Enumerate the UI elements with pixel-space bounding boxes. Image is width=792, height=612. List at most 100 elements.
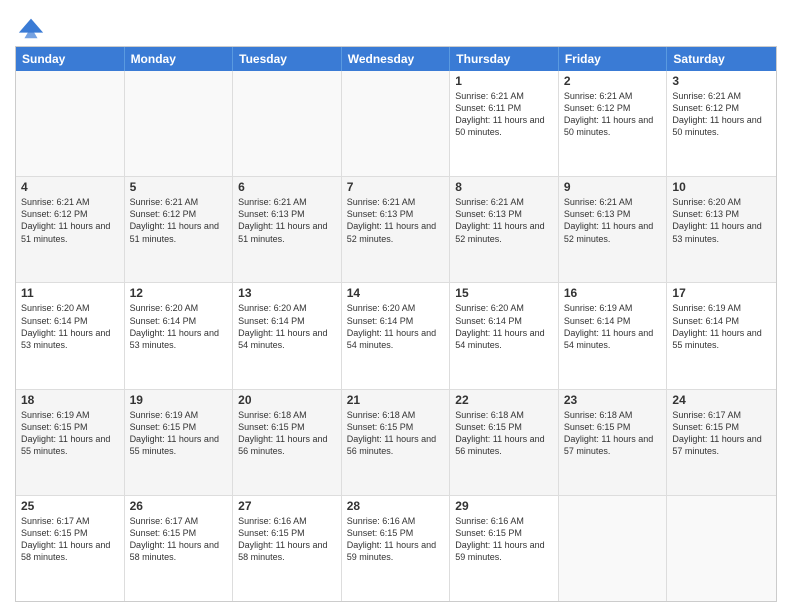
cal-cell-1-4: 8 Sunrise: 6:21 AM Sunset: 6:13 PM Daylig… xyxy=(450,177,559,282)
cal-cell-2-1: 12 Sunrise: 6:20 AM Sunset: 6:14 PM Dayli… xyxy=(125,283,234,388)
header-day-tuesday: Tuesday xyxy=(233,47,342,71)
calendar-row-3: 18 Sunrise: 6:19 AM Sunset: 6:15 PM Dayli… xyxy=(16,390,776,496)
calendar-header: SundayMondayTuesdayWednesdayThursdayFrid… xyxy=(16,47,776,71)
day-number: 26 xyxy=(130,499,228,513)
header-day-monday: Monday xyxy=(125,47,234,71)
cell-info: Sunrise: 6:16 AM Sunset: 6:15 PM Dayligh… xyxy=(238,515,336,564)
cell-info: Sunrise: 6:21 AM Sunset: 6:12 PM Dayligh… xyxy=(21,196,119,245)
cal-cell-2-5: 16 Sunrise: 6:19 AM Sunset: 6:14 PM Dayli… xyxy=(559,283,668,388)
logo-icon xyxy=(17,14,45,42)
day-number: 17 xyxy=(672,286,771,300)
cell-info: Sunrise: 6:20 AM Sunset: 6:14 PM Dayligh… xyxy=(347,302,445,351)
day-number: 16 xyxy=(564,286,662,300)
day-number: 15 xyxy=(455,286,553,300)
cal-cell-1-3: 7 Sunrise: 6:21 AM Sunset: 6:13 PM Daylig… xyxy=(342,177,451,282)
cal-cell-1-0: 4 Sunrise: 6:21 AM Sunset: 6:12 PM Daylig… xyxy=(16,177,125,282)
cell-info: Sunrise: 6:19 AM Sunset: 6:15 PM Dayligh… xyxy=(21,409,119,458)
day-number: 20 xyxy=(238,393,336,407)
day-number: 27 xyxy=(238,499,336,513)
day-number: 11 xyxy=(21,286,119,300)
cell-info: Sunrise: 6:21 AM Sunset: 6:11 PM Dayligh… xyxy=(455,90,553,139)
day-number: 24 xyxy=(672,393,771,407)
calendar-row-2: 11 Sunrise: 6:20 AM Sunset: 6:14 PM Dayli… xyxy=(16,283,776,389)
cell-info: Sunrise: 6:17 AM Sunset: 6:15 PM Dayligh… xyxy=(130,515,228,564)
day-number: 14 xyxy=(347,286,445,300)
cell-info: Sunrise: 6:19 AM Sunset: 6:14 PM Dayligh… xyxy=(564,302,662,351)
cal-cell-1-5: 9 Sunrise: 6:21 AM Sunset: 6:13 PM Daylig… xyxy=(559,177,668,282)
cal-cell-1-1: 5Sunrise: 6:21 AM Sunset: 6:12 PM Daylig… xyxy=(125,177,234,282)
day-number: 1 xyxy=(455,74,553,88)
calendar-row-1: 4 Sunrise: 6:21 AM Sunset: 6:12 PM Daylig… xyxy=(16,177,776,283)
cal-cell-4-3: 28Sunrise: 6:16 AM Sunset: 6:15 PM Dayli… xyxy=(342,496,451,601)
cell-info: Sunrise: 6:20 AM Sunset: 6:14 PM Dayligh… xyxy=(130,302,228,351)
day-number: 7 xyxy=(347,180,445,194)
day-number: 8 xyxy=(455,180,553,194)
header xyxy=(15,10,777,38)
cell-info: Sunrise: 6:21 AM Sunset: 6:12 PM Dayligh… xyxy=(564,90,662,139)
cal-cell-3-4: 22 Sunrise: 6:18 AM Sunset: 6:15 PM Dayli… xyxy=(450,390,559,495)
cell-info: Sunrise: 6:18 AM Sunset: 6:15 PM Dayligh… xyxy=(455,409,553,458)
cell-info: Sunrise: 6:20 AM Sunset: 6:14 PM Dayligh… xyxy=(21,302,119,351)
header-day-saturday: Saturday xyxy=(667,47,776,71)
day-number: 18 xyxy=(21,393,119,407)
cell-info: Sunrise: 6:21 AM Sunset: 6:13 PM Dayligh… xyxy=(564,196,662,245)
cal-cell-4-4: 29 Sunrise: 6:16 AM Sunset: 6:15 PM Dayli… xyxy=(450,496,559,601)
page: SundayMondayTuesdayWednesdayThursdayFrid… xyxy=(0,0,792,612)
header-day-sunday: Sunday xyxy=(16,47,125,71)
day-number: 3 xyxy=(672,74,771,88)
cell-info: Sunrise: 6:21 AM Sunset: 6:13 PM Dayligh… xyxy=(347,196,445,245)
cal-cell-2-6: 17 Sunrise: 6:19 AM Sunset: 6:14 PM Dayli… xyxy=(667,283,776,388)
day-number: 23 xyxy=(564,393,662,407)
cal-cell-0-6: 3 Sunrise: 6:21 AM Sunset: 6:12 PM Daylig… xyxy=(667,71,776,176)
cal-cell-4-6 xyxy=(667,496,776,601)
day-number: 12 xyxy=(130,286,228,300)
calendar-row-0: 1 Sunrise: 6:21 AM Sunset: 6:11 PM Daylig… xyxy=(16,71,776,177)
calendar: SundayMondayTuesdayWednesdayThursdayFrid… xyxy=(15,46,777,602)
cell-info: Sunrise: 6:18 AM Sunset: 6:15 PM Dayligh… xyxy=(238,409,336,458)
calendar-body: 1 Sunrise: 6:21 AM Sunset: 6:11 PM Daylig… xyxy=(16,71,776,601)
cal-cell-4-5 xyxy=(559,496,668,601)
header-day-wednesday: Wednesday xyxy=(342,47,451,71)
day-number: 25 xyxy=(21,499,119,513)
cal-cell-4-0: 25 Sunrise: 6:17 AM Sunset: 6:15 PM Dayli… xyxy=(16,496,125,601)
cell-info: Sunrise: 6:18 AM Sunset: 6:15 PM Dayligh… xyxy=(564,409,662,458)
day-number: 19 xyxy=(130,393,228,407)
cal-cell-1-6: 10Sunrise: 6:20 AM Sunset: 6:13 PM Dayli… xyxy=(667,177,776,282)
day-number: 10 xyxy=(672,180,771,194)
cal-cell-0-2 xyxy=(233,71,342,176)
header-day-friday: Friday xyxy=(559,47,668,71)
cal-cell-2-2: 13Sunrise: 6:20 AM Sunset: 6:14 PM Dayli… xyxy=(233,283,342,388)
cal-cell-0-4: 1 Sunrise: 6:21 AM Sunset: 6:11 PM Daylig… xyxy=(450,71,559,176)
day-number: 2 xyxy=(564,74,662,88)
day-number: 13 xyxy=(238,286,336,300)
cell-info: Sunrise: 6:20 AM Sunset: 6:14 PM Dayligh… xyxy=(455,302,553,351)
day-number: 22 xyxy=(455,393,553,407)
cal-cell-4-2: 27 Sunrise: 6:16 AM Sunset: 6:15 PM Dayli… xyxy=(233,496,342,601)
cal-cell-3-0: 18 Sunrise: 6:19 AM Sunset: 6:15 PM Dayli… xyxy=(16,390,125,495)
cell-info: Sunrise: 6:21 AM Sunset: 6:12 PM Dayligh… xyxy=(130,196,228,245)
cal-cell-1-2: 6 Sunrise: 6:21 AM Sunset: 6:13 PM Daylig… xyxy=(233,177,342,282)
cal-cell-2-3: 14 Sunrise: 6:20 AM Sunset: 6:14 PM Dayli… xyxy=(342,283,451,388)
cell-info: Sunrise: 6:18 AM Sunset: 6:15 PM Dayligh… xyxy=(347,409,445,458)
cal-cell-0-0 xyxy=(16,71,125,176)
cell-info: Sunrise: 6:19 AM Sunset: 6:15 PM Dayligh… xyxy=(130,409,228,458)
cal-cell-2-4: 15 Sunrise: 6:20 AM Sunset: 6:14 PM Dayli… xyxy=(450,283,559,388)
cell-info: Sunrise: 6:16 AM Sunset: 6:15 PM Dayligh… xyxy=(455,515,553,564)
cal-cell-0-1 xyxy=(125,71,234,176)
day-number: 29 xyxy=(455,499,553,513)
cell-info: Sunrise: 6:21 AM Sunset: 6:12 PM Dayligh… xyxy=(672,90,771,139)
day-number: 4 xyxy=(21,180,119,194)
cal-cell-3-1: 19 Sunrise: 6:19 AM Sunset: 6:15 PM Dayli… xyxy=(125,390,234,495)
calendar-row-4: 25 Sunrise: 6:17 AM Sunset: 6:15 PM Dayli… xyxy=(16,496,776,601)
cell-info: Sunrise: 6:19 AM Sunset: 6:14 PM Dayligh… xyxy=(672,302,771,351)
cell-info: Sunrise: 6:17 AM Sunset: 6:15 PM Dayligh… xyxy=(21,515,119,564)
cell-info: Sunrise: 6:17 AM Sunset: 6:15 PM Dayligh… xyxy=(672,409,771,458)
cell-info: Sunrise: 6:21 AM Sunset: 6:13 PM Dayligh… xyxy=(238,196,336,245)
day-number: 9 xyxy=(564,180,662,194)
day-number: 6 xyxy=(238,180,336,194)
cell-info: Sunrise: 6:21 AM Sunset: 6:13 PM Dayligh… xyxy=(455,196,553,245)
header-day-thursday: Thursday xyxy=(450,47,559,71)
cal-cell-3-3: 21Sunrise: 6:18 AM Sunset: 6:15 PM Dayli… xyxy=(342,390,451,495)
day-number: 28 xyxy=(347,499,445,513)
logo xyxy=(15,14,45,38)
